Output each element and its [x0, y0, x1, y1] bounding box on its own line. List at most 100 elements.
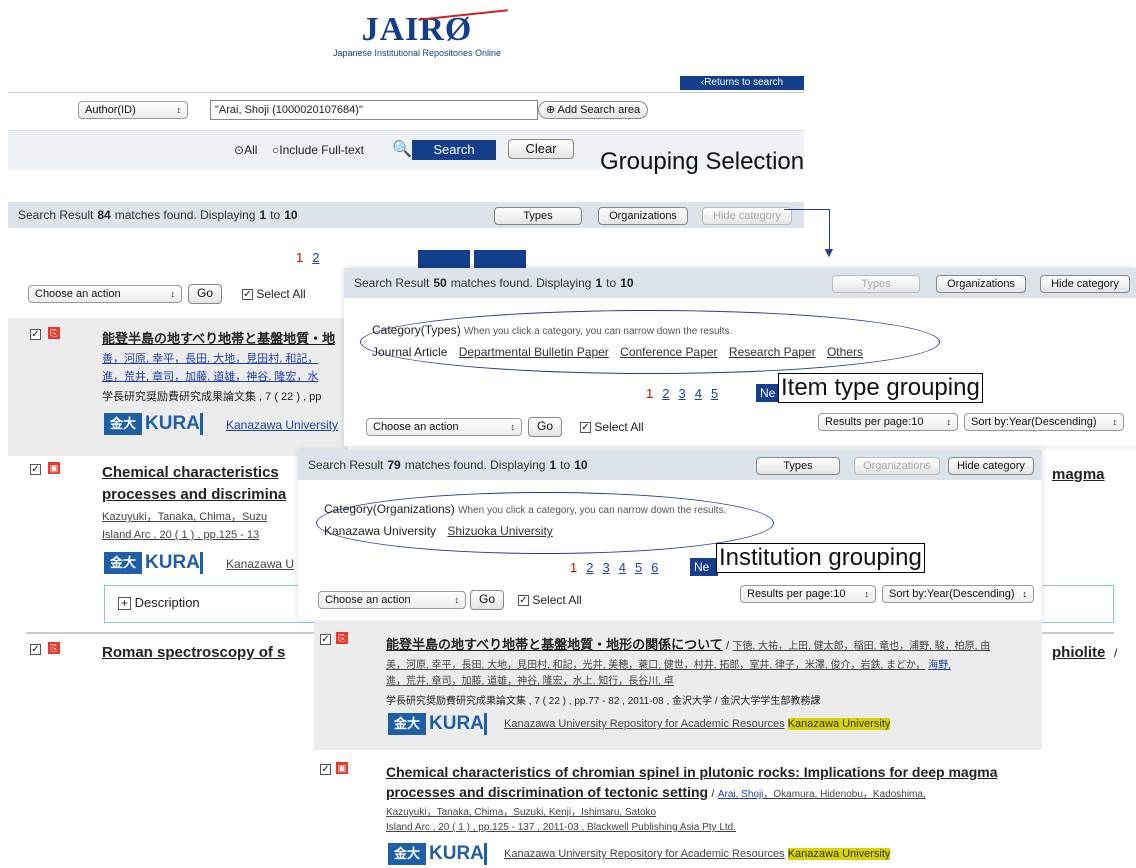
panel1-item1-authors[interactable]: 善，河原, 幸平，長田, 大地，見田村, 和記，	[102, 350, 318, 366]
arrow-connector	[784, 209, 830, 249]
panel1-item2-checkbox[interactable]: ✓	[30, 462, 41, 476]
panel3-result-bar: Search Result 79 matches found. Displaying…	[298, 450, 1042, 480]
grouping-selection-annotation: Grouping Selection	[600, 148, 805, 175]
panel1-item2-repo[interactable]: Kanazawa U	[226, 557, 294, 571]
panel2-result-bar: Search Result 50 matches found. Displaying…	[344, 268, 1136, 298]
search-query-input[interactable]: "Arai, Shoji (1000020107684)"	[210, 100, 538, 120]
panel3-item1-checkbox[interactable]: ✓	[320, 632, 331, 646]
panel1-go-button[interactable]: Go	[188, 284, 222, 304]
search-field-select[interactable]: Author(ID)	[78, 101, 188, 119]
panel1-pagination: 12	[296, 250, 320, 265]
panel3-per-page-select[interactable]: Results per page:10	[740, 585, 876, 603]
kura-logo[interactable]: 金大 KURA	[104, 413, 212, 435]
institution-grouping-annotation: Institution grouping	[716, 543, 925, 573]
panel1-item2-title-2[interactable]: processes and discrimina	[102, 486, 286, 503]
panel3-item2-authors[interactable]: Kazuyuki，Tanaka, Chima，Suzuki, Kenji，Ish…	[386, 803, 656, 818]
logo-subtitle: Japanese Institutional Repositories Onli…	[332, 48, 502, 58]
radio-all[interactable]: ⊙All	[234, 143, 257, 157]
panel1-item3-title-right[interactable]: phiolite	[1052, 644, 1105, 661]
types-highlight-ellipse	[360, 310, 940, 374]
kura-logo[interactable]: 金大 KURA	[388, 713, 496, 735]
panel1-item2-source[interactable]: Island Arc , 20 ( 1 ) , pp.125 - 13	[102, 529, 259, 541]
panel1-hide-category-button[interactable]: Hide category	[702, 207, 792, 225]
description-toggle[interactable]: + Description	[118, 595, 200, 610]
panel3-item1-authors-row3[interactable]: 進，荒井, 章司，加藤, 道雄，神谷, 隆宏，水上, 知行，長谷川, 卓	[386, 672, 674, 687]
panel3-sort-select[interactable]: Sort by:Year(Descending)	[882, 585, 1034, 603]
panel1-result-bar: Search Result 84 matches found. Displaying…	[8, 202, 804, 228]
panel1-organizations-button[interactable]: Organizations	[598, 207, 688, 225]
panel1-types-button[interactable]: Types	[494, 207, 582, 225]
panel3-item2-title-row2: processes and discrimination of tectonic…	[386, 784, 926, 800]
checkbox-checked-icon: ✓	[580, 422, 591, 434]
panel2-pagination: 12345	[646, 386, 719, 401]
panel1-last-button[interactable]	[474, 250, 526, 268]
logo-title: JAIRØ	[361, 11, 473, 48]
panel3-item2-org[interactable]: Kanazawa University	[787, 848, 891, 860]
add-search-area-button[interactable]: ⊕ Add Search area	[538, 101, 648, 119]
clear-button[interactable]: Clear	[508, 139, 574, 159]
checkbox-checked-icon: ✓	[242, 289, 253, 301]
organizations-highlight-ellipse	[316, 492, 774, 554]
panel2-sort-select[interactable]: Sort by:Year(Descending)	[964, 413, 1124, 431]
panel3-item2-repo[interactable]: Kanazawa University Repository for Acade…	[504, 848, 785, 860]
search-button[interactable]: Search	[412, 140, 496, 160]
panel1-item1-source: 学長研究奨励費研究成果論文集 , 7 ( 22 ) , pp	[102, 391, 322, 403]
panel2-go-button[interactable]: Go	[528, 417, 562, 437]
panel3-item2-title[interactable]: Chemical characteristics of chromian spi…	[386, 764, 998, 780]
panel3-item2-repo-row: Kanazawa University Repository for Acade…	[504, 848, 891, 860]
plus-box-icon: +	[118, 597, 131, 610]
panel3-action-select[interactable]: Choose an action	[318, 591, 466, 609]
panel2-organizations-button[interactable]: Organizations	[936, 275, 1026, 293]
panel1-item3-title[interactable]: Roman spectroscopy of s	[102, 644, 285, 661]
panel3-select-all[interactable]: ✓ Select All	[518, 593, 582, 607]
plus-icon: ⊕	[545, 104, 558, 116]
checkbox-checked-icon: ✓	[518, 595, 529, 607]
panel3-item1-title[interactable]: 能登半島の地すべり地帯と基盤地質・地形の関係について	[386, 637, 723, 652]
panel1-item1-repo[interactable]: Kanazawa University	[226, 418, 338, 432]
panel3-item1-source: 学長研究奨励費研究成果論文集 , 7 ( 22 ) , pp.77 - 82 ,…	[386, 696, 821, 707]
panel1-item3-slash: /	[1114, 646, 1118, 660]
panel3-item1-title-row: 能登半島の地すべり地帯と基盤地質・地形の関係について / 下徳, 大祐，上田, …	[386, 637, 991, 652]
panel1-action-select[interactable]: Choose an action	[28, 285, 182, 303]
panel3-hide-category-button[interactable]: Hide category	[948, 457, 1034, 475]
panel3-pagination: 123456	[570, 560, 659, 575]
panel3-go-button[interactable]: Go	[470, 590, 504, 610]
panel1-select-all[interactable]: ✓ Select All	[242, 287, 306, 301]
arrow-head-icon: ▼	[822, 244, 836, 260]
document-icon: ⎘	[48, 642, 60, 654]
document-icon: ⎘	[336, 632, 348, 644]
panel1-item2-authors[interactable]: Kazuyuki，Tanaka, Chima，Suzu	[102, 508, 267, 524]
kura-logo[interactable]: 金大 KURA	[104, 552, 212, 574]
panel2-types-button[interactable]: Types	[832, 275, 920, 293]
returns-to-search-link[interactable]: ‹Returns to search	[680, 76, 804, 90]
panel1-item3-checkbox[interactable]: ✓	[30, 642, 41, 656]
panel3-next-button[interactable]: Ne	[690, 558, 718, 576]
panel1-item2-title-right[interactable]: magma	[1052, 466, 1105, 483]
panel1-next-button[interactable]	[418, 250, 470, 268]
panel2-select-all[interactable]: ✓ Select All	[580, 420, 644, 434]
panel3-item1-authors-row2: 美，河原, 幸平，長田, 大地，見田村, 和記，光井, 美穂，蓑口, 健世，村井…	[386, 660, 951, 671]
panel2-hide-category-button[interactable]: Hide category	[1040, 275, 1130, 293]
radio-selected-icon: ⊙	[234, 143, 245, 157]
panel3-item1-authors[interactable]: 下徳, 大祐，上田, 健太郎，稲田, 竜也，浦野, 駿，柏原, 由	[732, 641, 990, 652]
kura-logo[interactable]: 金大 KURA	[388, 843, 496, 865]
panel1-item1-authors-2[interactable]: 進，荒井, 章司，加藤, 道雄，神谷, 隆宏，水	[102, 368, 318, 384]
panel3-item2-checkbox[interactable]: ✓	[320, 762, 331, 776]
document-icon: ⎘	[48, 327, 60, 339]
panel1-item2-title[interactable]: Chemical characteristics	[102, 464, 279, 481]
panel3-item2-source[interactable]: Island Arc , 20 ( 1 ) , pp.125 - 137 , 2…	[386, 822, 736, 833]
book-icon: ▣	[48, 462, 60, 474]
panel3-types-button[interactable]: Types	[756, 457, 840, 475]
panel3-item1-repo[interactable]: Kanazawa University Repository for Acade…	[504, 718, 785, 730]
panel1-item1-title[interactable]: 能登半島の地すべり地帯と基盤地質・地	[102, 328, 335, 347]
item-type-grouping-annotation: Item type grouping	[778, 373, 983, 403]
panel3-organizations-button[interactable]: Organizations	[854, 457, 940, 475]
panel3-item1-org[interactable]: Kanazawa University	[787, 718, 891, 730]
panel3-item1-repo-row: Kanazawa University Repository for Acade…	[504, 718, 891, 730]
jairo-logo[interactable]: JAIRØ Japanese Institutional Repositorie…	[312, 12, 522, 62]
radio-full-text[interactable]: ○Include Full-text	[272, 143, 364, 157]
panel2-action-select[interactable]: Choose an action	[366, 418, 522, 436]
magnifier-icon: 🔍	[392, 141, 412, 158]
panel2-per-page-select[interactable]: Results per page:10	[818, 413, 958, 431]
panel1-item1-checkbox[interactable]: ✓	[30, 327, 41, 341]
